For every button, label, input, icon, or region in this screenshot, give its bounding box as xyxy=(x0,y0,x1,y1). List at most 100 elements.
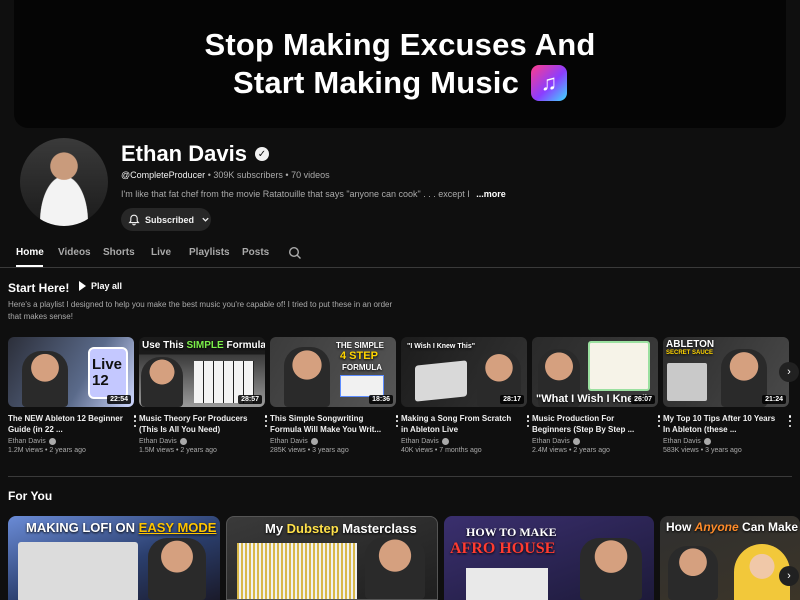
video-duration: 22:54 xyxy=(107,395,131,404)
video-duration: 18:36 xyxy=(369,395,393,404)
more-actions-icon[interactable] xyxy=(395,415,399,427)
thumbnail-text: FORMULA xyxy=(342,363,382,372)
video-title[interactable]: Making a Song From Scratch in Ableton Li… xyxy=(401,413,519,435)
video-count: 70 videos xyxy=(291,170,330,180)
video-card[interactable]: Live 12 22:54 The NEW Ableton 12 Beginne… xyxy=(8,337,137,454)
thumbnail-text: How Anyone Can Make xyxy=(666,520,799,534)
thumbnail-text: AFRO HOUSE xyxy=(450,540,556,557)
chevron-down-icon xyxy=(202,217,209,222)
video-title[interactable]: This Simple Songwriting Formula Will Mak… xyxy=(270,413,388,435)
thumbnail-graph xyxy=(340,375,384,397)
video-card[interactable]: "What I Wish I Knew" 26:07 Music Product… xyxy=(532,337,661,454)
for-you-card[interactable]: My Dubstep Masterclass xyxy=(226,516,438,600)
video-channel[interactable]: Ethan Davis xyxy=(8,438,46,445)
channel-description[interactable]: I'm like that fat chef from the movie Ra… xyxy=(121,189,506,199)
section-title-start-here[interactable]: Start Here! xyxy=(8,281,69,295)
play-all-button[interactable]: Play all xyxy=(79,281,122,291)
video-title[interactable]: The NEW Ableton 12 Beginner Guide (in 22… xyxy=(8,413,126,435)
channel-meta: @CompleteProducer • 309K subscribers • 7… xyxy=(121,170,330,180)
video-thumbnail[interactable]: ABLETON SECRET SAUCE 21:24 xyxy=(663,337,789,407)
section-description: Here's a playlist I designed to help you… xyxy=(8,300,393,321)
thumbnail-text: ABLETON xyxy=(666,339,715,350)
video-thumbnail[interactable]: "What I Wish I Knew" 26:07 xyxy=(532,337,658,407)
thumbnail-screen xyxy=(18,542,138,600)
thumbnail-person xyxy=(284,347,330,407)
tab-playlists[interactable]: Playlists xyxy=(189,247,230,258)
verified-icon xyxy=(572,438,580,445)
carousel-next-button[interactable]: › xyxy=(779,362,799,382)
thumbnail-text: HOW TO MAKE xyxy=(466,525,557,539)
video-thumbnail[interactable]: Use This SIMPLE Formula 28:57 xyxy=(139,337,265,407)
subscriber-count: 309K subscribers xyxy=(213,170,283,180)
video-channel[interactable]: Ethan Davis xyxy=(663,438,701,445)
video-title[interactable]: Music Production For Beginners (Step By … xyxy=(532,413,650,435)
thumbnail-text: Use This SIMPLE Formula xyxy=(142,340,265,351)
video-duration: 26:07 xyxy=(631,395,655,404)
thumbnail-text: THE SIMPLE xyxy=(336,341,385,350)
video-stats: 1.2M views • 2 years ago xyxy=(8,447,86,454)
tab-live[interactable]: Live xyxy=(151,247,171,258)
tab-shorts[interactable]: Shorts xyxy=(103,247,135,258)
section-title-for-you: For You xyxy=(8,489,53,503)
thumbnail-person xyxy=(668,546,718,600)
video-channel[interactable]: Ethan Davis xyxy=(270,438,308,445)
thumbnail-text: 4 STEP xyxy=(340,350,378,362)
chevron-right-icon: › xyxy=(787,366,791,378)
video-card[interactable]: THE SIMPLE 4 STEP FORMULA 18:36 This Sim… xyxy=(270,337,399,454)
video-thumbnail[interactable]: THE SIMPLE 4 STEP FORMULA 18:36 xyxy=(270,337,396,407)
for-you-card[interactable]: How Anyone Can Make xyxy=(660,516,800,600)
tab-home[interactable]: Home xyxy=(16,247,44,258)
verified-icon xyxy=(179,438,187,445)
for-you-card[interactable]: HOW TO MAKE AFRO HOUSE xyxy=(444,516,654,600)
active-tab-indicator xyxy=(16,265,43,267)
video-channel[interactable]: Ethan Davis xyxy=(139,438,177,445)
channel-avatar[interactable] xyxy=(20,138,108,226)
video-card[interactable]: ABLETON SECRET SAUCE 21:24 My Top 10 Tip… xyxy=(663,337,792,454)
more-actions-icon[interactable] xyxy=(133,415,137,427)
video-channel[interactable]: Ethan Davis xyxy=(532,438,570,445)
more-actions-icon[interactable] xyxy=(526,415,530,427)
video-card[interactable]: "I Wish I Knew This" 28:17 Making a Song… xyxy=(401,337,530,454)
channel-tabs: Home Videos Shorts Live Playlists Posts xyxy=(0,241,800,268)
more-actions-icon[interactable] xyxy=(657,415,661,427)
verified-icon xyxy=(310,438,318,445)
video-stats: 40K views • 7 months ago xyxy=(401,447,482,454)
tab-videos[interactable]: Videos xyxy=(58,247,91,258)
tab-posts[interactable]: Posts xyxy=(242,247,269,258)
video-title[interactable]: My Top 10 Tips After 10 Years In Ableton… xyxy=(663,413,781,435)
video-stats: 285K views • 3 years ago xyxy=(270,447,349,454)
subscribed-label: Subscribed xyxy=(145,214,195,225)
thumbnail-person xyxy=(721,349,767,407)
search-icon[interactable] xyxy=(288,246,302,260)
video-title[interactable]: Music Theory For Producers (This Is All … xyxy=(139,413,257,435)
verified-icon xyxy=(703,438,711,445)
more-link[interactable]: ...more xyxy=(476,189,506,199)
more-actions-icon[interactable] xyxy=(788,415,792,427)
music-note-icon: ♫ xyxy=(531,65,568,101)
channel-name: Ethan Davis xyxy=(121,141,247,166)
thumbnail-notes xyxy=(588,341,650,391)
thumbnail-screen xyxy=(466,568,548,600)
section-divider xyxy=(8,476,792,477)
video-card[interactable]: Use This SIMPLE Formula 28:57 Music Theo… xyxy=(139,337,268,454)
channel-handle: @CompleteProducer xyxy=(121,170,206,180)
thumbnail-person xyxy=(148,538,206,600)
video-duration: 28:17 xyxy=(500,395,524,404)
banner-headline-line2: Start Making Music xyxy=(232,65,520,100)
for-you-card[interactable]: MAKING LOFI ON EASY MODE xyxy=(8,516,220,600)
chevron-right-icon: › xyxy=(787,570,791,582)
video-thumbnail[interactable]: "I Wish I Knew This" 28:17 xyxy=(401,337,527,407)
more-actions-icon[interactable] xyxy=(264,415,268,427)
video-duration: 28:57 xyxy=(238,395,262,404)
video-channel[interactable]: Ethan Davis xyxy=(401,438,439,445)
thumbnail-person xyxy=(141,357,183,407)
carousel-next-button[interactable]: › xyxy=(779,566,799,586)
video-stats: 2.4M views • 2 years ago xyxy=(532,447,610,454)
subscribed-button[interactable]: Subscribed xyxy=(121,208,211,231)
play-icon xyxy=(79,281,86,291)
thumbnail-text: Live 12 xyxy=(92,356,123,389)
thumbnail-text: SECRET SAUCE xyxy=(666,350,714,356)
video-thumbnail[interactable]: Live 12 22:54 xyxy=(8,337,134,407)
thumbnail-text: "I Wish I Knew This" xyxy=(407,343,476,350)
thumbnail-person xyxy=(580,538,642,600)
